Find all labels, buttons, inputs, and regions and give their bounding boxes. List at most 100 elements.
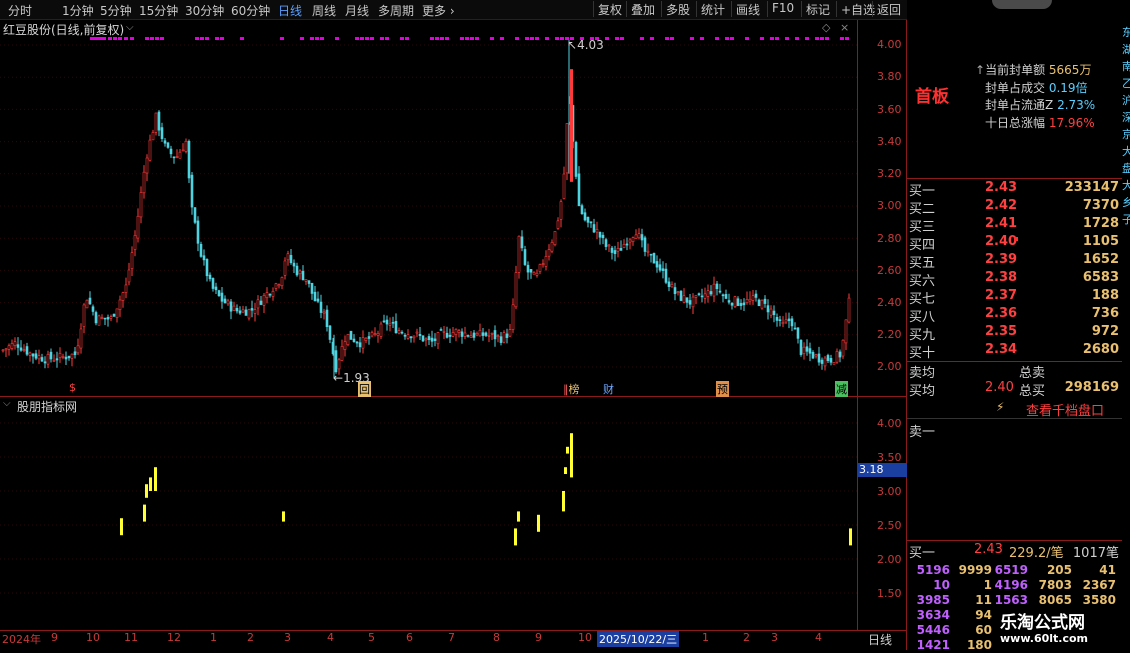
candle-body [403, 334, 407, 337]
candle-body [580, 205, 584, 215]
indicator-bar [514, 528, 517, 546]
signal-dot [430, 37, 434, 40]
signal-dot [700, 37, 704, 40]
candle-body [433, 338, 437, 341]
event-marker-list[interactable]: ∥榜 [563, 381, 580, 397]
candle-body [91, 306, 95, 312]
side-strip[interactable]: 东湖南乙沪深京大盘大乡子 [1122, 20, 1130, 650]
buy-total-vol: 298169 [1064, 380, 1119, 395]
candle-body [352, 338, 356, 343]
candle-body [625, 243, 629, 246]
candle-body [808, 348, 812, 354]
candle-body [457, 330, 461, 333]
candle-body [49, 351, 53, 360]
bid-row[interactable]: 买六 2.38 6583 [909, 270, 1121, 289]
event-marker-finance[interactable]: 财 [603, 381, 614, 397]
candle-body [565, 123, 569, 174]
view-depth-link[interactable]: 查看千档盘口 [1026, 400, 1104, 419]
candle-body [475, 332, 479, 336]
candle-body [13, 341, 17, 346]
bid-row[interactable]: 买十 2.34 2680 [909, 342, 1121, 361]
bid-price: 2.42 [985, 198, 1018, 213]
bid-row[interactable]: 买八 2.36 736 [909, 306, 1121, 325]
bid-price: 2.35 [985, 324, 1018, 339]
signal-dot [795, 37, 799, 40]
candle-body [19, 347, 23, 351]
candle-body [22, 349, 26, 351]
signal-dot [825, 37, 829, 40]
indicator-bar [145, 484, 148, 498]
y-tick: 3.60 [877, 103, 902, 116]
candle-body [547, 249, 551, 257]
candle-body [415, 331, 419, 334]
signal-dot [670, 37, 674, 40]
back-button[interactable]: 返回 [872, 1, 901, 17]
event-marker-buyback[interactable]: 回 [358, 381, 371, 397]
signal-dot [650, 37, 654, 40]
bid-volume: 233147 [1064, 180, 1119, 195]
bid-row[interactable]: 买三 2.41 1728 [909, 216, 1121, 235]
queue-volume: 94 [975, 608, 992, 622]
bid-volume: 736 [1091, 306, 1119, 321]
candle-body [655, 261, 659, 268]
candle-body [781, 322, 785, 325]
signal-dot [365, 37, 369, 40]
buy-one-row: 买一 2.43 229.2/笔 1017笔 [909, 542, 1121, 561]
x-tick: 8 [493, 631, 500, 644]
candle-body [292, 262, 296, 267]
candle-body [481, 332, 485, 336]
candle-body [715, 283, 719, 290]
candle-body [160, 127, 164, 139]
candle-body [148, 139, 152, 161]
signal-dot [380, 37, 384, 40]
candle-body [448, 334, 452, 337]
signal-dot [775, 37, 779, 40]
candle-body [316, 298, 320, 302]
event-marker-reduce[interactable]: 减 [835, 381, 848, 397]
signal-dot [370, 37, 374, 40]
candle-body [376, 333, 380, 336]
bid-label: 买二 [909, 202, 936, 217]
candle-body [637, 233, 641, 239]
bid-row[interactable]: 买五 2.39 1652 [909, 252, 1121, 271]
signal-dot [820, 37, 824, 40]
candle-body [691, 296, 695, 308]
candle-body [319, 301, 323, 313]
candle-body [616, 248, 620, 252]
signal-dot [500, 37, 504, 40]
candle-body [364, 337, 368, 341]
candle-body [799, 339, 803, 355]
queue-volume: 3985 [916, 593, 950, 607]
bid-row[interactable]: 买一 2.43 233147 [909, 180, 1121, 199]
divider [907, 178, 1122, 179]
panel-toggle-handle[interactable] [992, 0, 1052, 9]
candle-body [661, 268, 665, 271]
event-marker-dividend[interactable]: $ [69, 381, 76, 394]
period-indicator[interactable]: 日线 [868, 631, 892, 648]
stat-value: 17.96% [1048, 115, 1095, 130]
signal-dot [605, 37, 609, 40]
signal-dot [90, 37, 94, 40]
candle-body [340, 346, 344, 361]
sell-avg-label: 卖均 [909, 366, 936, 381]
stat-label: 封单占成交 [985, 80, 1046, 95]
event-marker-forecast[interactable]: 预 [716, 381, 729, 397]
candle-body [679, 290, 683, 301]
x-tick: 10 [86, 631, 100, 644]
candle-body [76, 345, 80, 354]
buy-avg-row: 买均 2.40 总买 298169 [909, 380, 1121, 399]
candle-body [184, 140, 188, 152]
bid-row[interactable]: 买二 2.42 7370 [909, 198, 1121, 217]
candle-body [811, 352, 815, 359]
indicator-chart [0, 422, 857, 594]
candle-body [577, 173, 581, 207]
candle-body [82, 304, 86, 327]
candle-body [58, 353, 62, 358]
bid-row[interactable]: 买七 2.37 188 [909, 288, 1121, 307]
stat-value: 2.73% [1057, 98, 1096, 112]
candle-body [736, 298, 740, 306]
candle-body [439, 329, 443, 331]
candle-body [370, 332, 374, 337]
candle-body [118, 299, 122, 310]
bid-row[interactable]: 买九 2.35 972 [909, 324, 1121, 343]
